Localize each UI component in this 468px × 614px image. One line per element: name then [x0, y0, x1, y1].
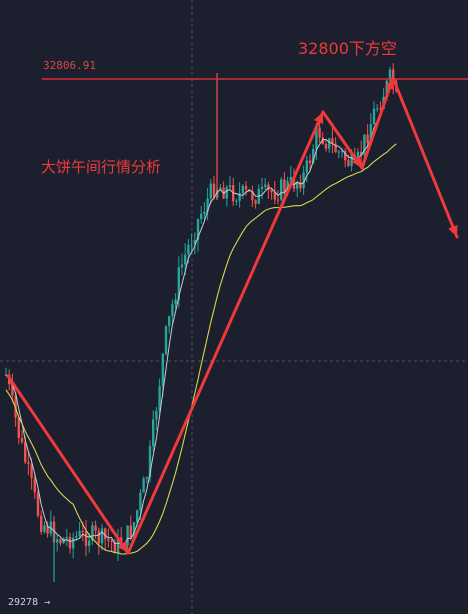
candle-body: [142, 478, 145, 493]
candle-body: [376, 108, 379, 110]
candle-body: [190, 244, 193, 246]
candle-body: [347, 160, 350, 166]
candle-body: [59, 539, 62, 544]
candle-body: [24, 442, 27, 463]
candle-body: [264, 184, 267, 187]
candle-body: [75, 536, 78, 538]
candle-body: [171, 304, 174, 317]
candlestick-chart: [0, 0, 468, 614]
candle-body: [20, 437, 24, 443]
ma-fast-line: [5, 80, 397, 546]
candle-body: [36, 492, 40, 516]
candle-body: [68, 536, 72, 549]
arrow-down-left: [6, 374, 130, 555]
candle-body: [161, 353, 164, 387]
candle-body: [94, 525, 97, 531]
candle-body: [308, 160, 312, 164]
candle-body: [56, 539, 59, 543]
annotation-title: 大饼午间行情分析: [41, 158, 162, 176]
candle-body: [254, 200, 257, 204]
candle-body: [228, 185, 232, 188]
resistance-price-label: 32806.91: [43, 59, 96, 72]
candle-body: [328, 138, 331, 149]
arrow-down-forecast: [391, 76, 459, 239]
candle-body: [164, 326, 168, 354]
candle-body: [107, 539, 110, 541]
candle-body: [366, 134, 369, 144]
candle-body: [100, 528, 104, 544]
candle-body: [136, 510, 139, 523]
candle-body: [88, 540, 91, 546]
candle-body: [65, 536, 68, 539]
candle-body: [280, 179, 283, 200]
arrow-up-main: [126, 110, 325, 555]
ma-slow-line: [5, 143, 397, 555]
candle-body: [372, 108, 376, 125]
candle-body: [168, 316, 171, 327]
candle-body: [81, 530, 84, 532]
candle-body: [225, 187, 228, 199]
candle-body: [145, 477, 148, 479]
candle-body: [241, 185, 244, 194]
candle-body: [203, 211, 206, 214]
candle-body: [180, 264, 184, 268]
candle-body: [139, 492, 142, 511]
candle-body: [260, 186, 264, 189]
candle-body: [209, 183, 212, 199]
candle-body: [305, 160, 308, 173]
candle-body: [244, 185, 248, 190]
arrow-up-final: [360, 76, 395, 170]
low-price-label: 29278 →: [8, 597, 51, 608]
chart-area: 32806.91 32800下方空 大饼午间行情分析 29278 →: [0, 0, 468, 614]
candle-body: [40, 515, 43, 532]
candle-body: [174, 299, 177, 305]
candle-body: [110, 540, 113, 543]
candle-body: [84, 531, 88, 546]
candle-body: [33, 478, 36, 493]
candle-body: [184, 254, 187, 265]
candle-body: [200, 213, 203, 220]
candle-body: [270, 190, 273, 193]
candle-body: [97, 530, 100, 544]
candle-body: [337, 151, 340, 153]
candle-body: [126, 525, 129, 546]
candle-body: [17, 417, 20, 438]
candle-body: [78, 530, 81, 537]
candle-body: [152, 419, 155, 447]
candle-body: [235, 200, 238, 202]
candle-body: [155, 411, 158, 420]
candle-body: [318, 127, 321, 138]
candle-body: [43, 525, 46, 532]
candle-body: [27, 462, 30, 464]
candle-body: [283, 179, 286, 193]
candle-body: [187, 245, 190, 255]
candle-body: [276, 199, 280, 201]
candle-body: [72, 537, 75, 549]
annotation-short-below: 32800下方空: [298, 39, 397, 58]
candle-body: [324, 144, 328, 149]
